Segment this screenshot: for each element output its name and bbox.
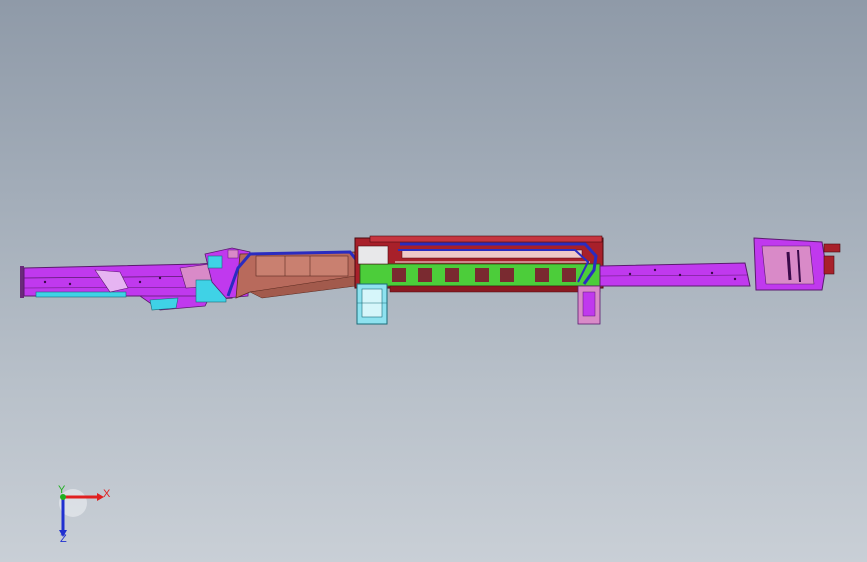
front-frame-rail[interactable] (20, 261, 233, 311)
central-battery-unit[interactable] (354, 235, 604, 293)
assembly-model[interactable] (20, 235, 841, 325)
cyan-bracket[interactable] (356, 283, 388, 325)
rear-end-bracket[interactable] (753, 237, 841, 291)
rear-hanger[interactable] (577, 285, 601, 325)
cad-viewport[interactable] (0, 0, 867, 562)
rear-frame-rail[interactable] (599, 262, 751, 287)
brown-housing[interactable] (235, 251, 357, 299)
